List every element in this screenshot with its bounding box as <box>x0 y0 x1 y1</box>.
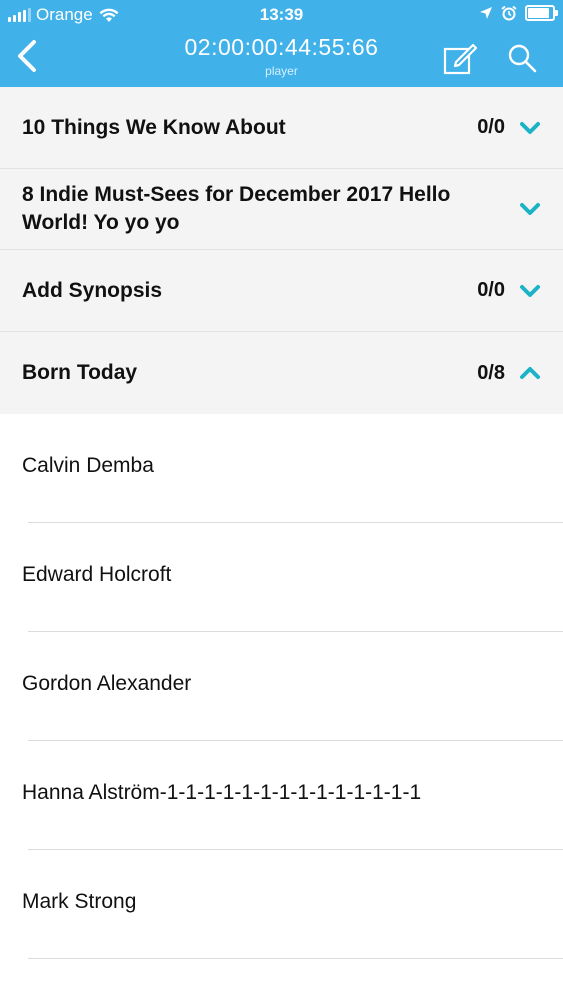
top-bar: Orange 13:39 02:00:00:44:55:66 player <box>0 0 563 87</box>
section-header-born-today[interactable]: Born Today 0/8 <box>0 332 563 414</box>
list-item[interactable]: Gordon Alexander <box>0 632 563 741</box>
section-count: 0/0 <box>477 279 505 301</box>
section-count: 0/8 <box>477 361 505 384</box>
section-title: 8 Indie Must-Sees for December 2017 Hell… <box>22 183 451 234</box>
page-title: 02:00:00:44:55:66 <box>184 34 379 60</box>
person-name: Calvin Demba <box>22 454 154 477</box>
chevron-up-icon[interactable] <box>519 365 541 381</box>
list-item[interactable]: Mark Strong <box>0 850 563 959</box>
page-subtitle: player <box>265 64 298 78</box>
section-header-indie-must-sees[interactable]: 8 Indie Must-Sees for December 2017 Hell… <box>0 169 563 250</box>
status-bar: Orange 13:39 <box>0 0 563 30</box>
search-icon[interactable] <box>506 42 538 74</box>
section-header-add-synopsis[interactable]: Add Synopsis 0/0 <box>0 250 563 332</box>
compose-icon[interactable] <box>442 40 478 76</box>
status-right <box>479 5 558 21</box>
divider <box>28 958 563 959</box>
battery-icon <box>525 5 558 21</box>
person-name: Mark Strong <box>22 890 137 913</box>
section-count: 0/0 <box>477 116 505 138</box>
section-header-10-things[interactable]: 10 Things We Know About 0/0 <box>0 87 563 169</box>
list-item[interactable]: Calvin Demba <box>0 414 563 523</box>
section-title: Add Synopsis <box>22 278 163 302</box>
battery-fill <box>528 8 550 18</box>
chevron-down-icon[interactable] <box>519 120 541 136</box>
location-arrow-icon <box>480 7 492 19</box>
alarm-icon <box>501 5 517 21</box>
list-item[interactable]: Hanna Alström-1-1-1-1-1-1-1-1-1-1-1-1-1-… <box>0 741 563 850</box>
list-item[interactable]: Edward Holcroft <box>0 523 563 632</box>
person-name: Hanna Alström-1-1-1-1-1-1-1-1-1-1-1-1-1-… <box>22 781 422 804</box>
person-name: Edward Holcroft <box>22 563 172 586</box>
person-name: Gordon Alexander <box>22 672 192 695</box>
chevron-down-icon[interactable] <box>519 201 541 217</box>
chevron-down-icon[interactable] <box>519 283 541 299</box>
section-title: Born Today <box>22 361 138 384</box>
section-title: 10 Things We Know About <box>22 115 286 139</box>
